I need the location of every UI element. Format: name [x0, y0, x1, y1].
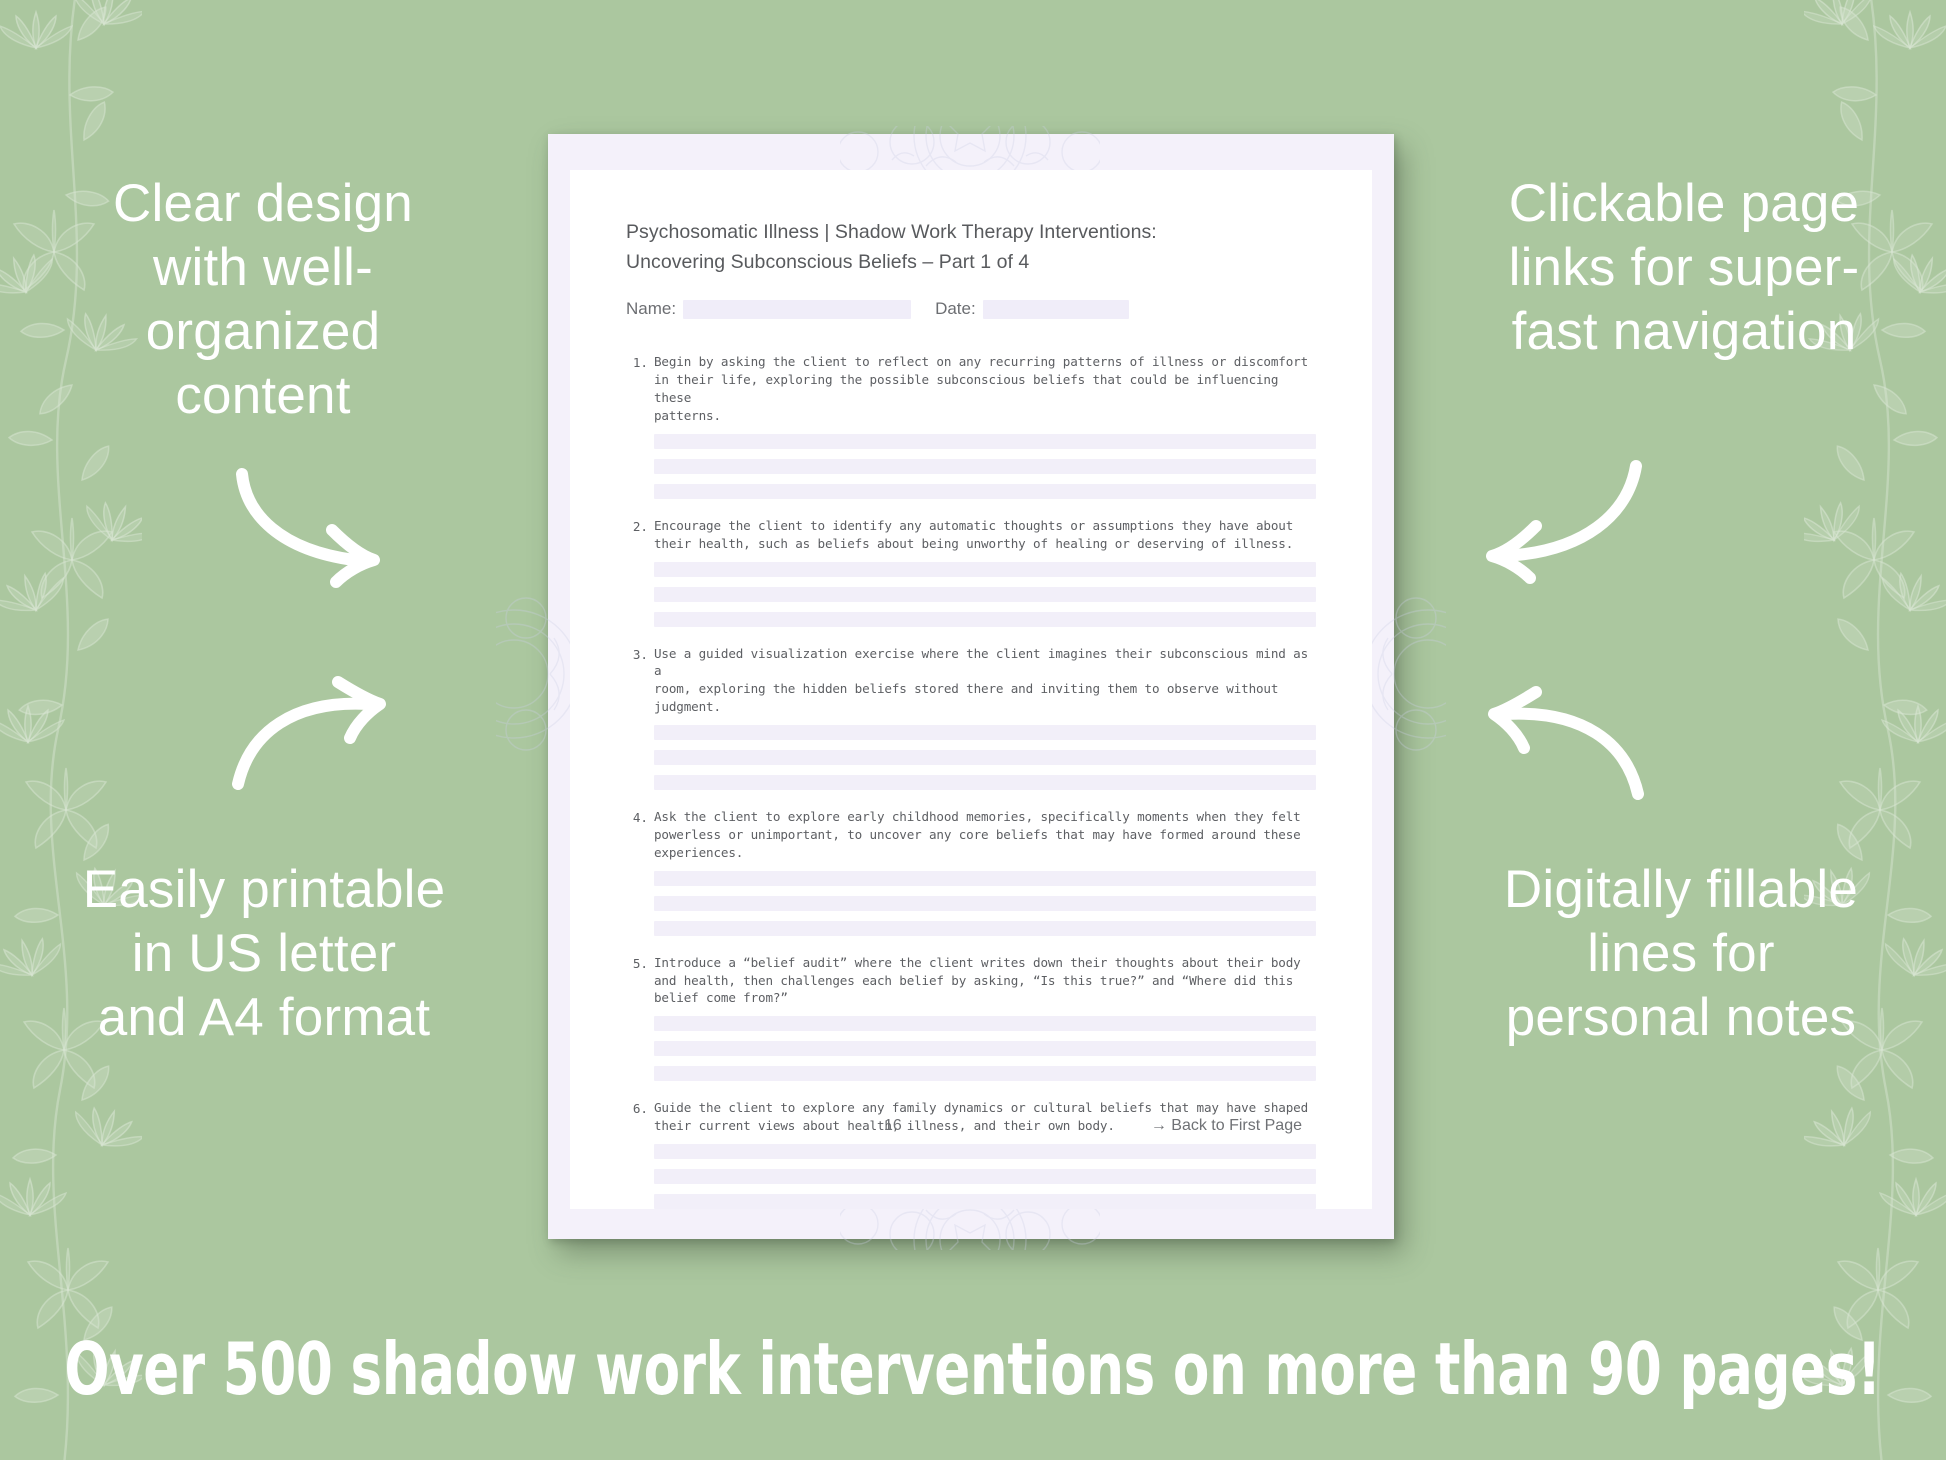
name-input-field[interactable]	[683, 299, 912, 319]
fillable-line[interactable]	[654, 870, 1316, 886]
fillable-line[interactable]	[654, 895, 1316, 911]
intervention-item: 2. Encourage the client to identify any a…	[626, 517, 1316, 637]
intervention-item: 4. Ask the client to explore early childh…	[626, 808, 1316, 946]
worksheet-meta-row: Name: Date:	[626, 299, 1316, 319]
intervention-number: 4.	[632, 810, 648, 825]
fillable-line-group	[654, 561, 1316, 627]
worksheet-title: Psychosomatic Illness | Shadow Work Ther…	[626, 221, 1157, 273]
fillable-line-group	[654, 725, 1316, 790]
fillable-line-group	[654, 1016, 1316, 1082]
intervention-number: 1.	[632, 355, 648, 371]
fillable-line[interactable]	[654, 1144, 1316, 1159]
fillable-line[interactable]	[654, 586, 1316, 602]
feature-text-fillable-lines: Digitally fillable lines for personal no…	[1503, 860, 1859, 1048]
curved-arrow-down-left-icon	[1470, 460, 1645, 584]
intervention-item: 5. Introduce a “belief audit” where the c…	[626, 954, 1316, 1092]
fillable-line[interactable]	[654, 433, 1316, 449]
intervention-body: Introduce a “belief audit” where the cli…	[654, 954, 1316, 1092]
worksheet-content-area: Psychosomatic Illness | Shadow Work Ther…	[570, 170, 1372, 1209]
intervention-list: 1. Begin by asking the client to reflect …	[626, 353, 1316, 1219]
fillable-line[interactable]	[654, 1066, 1316, 1082]
intervention-text: Ask the client to explore early childhoo…	[654, 809, 1301, 860]
fillable-line[interactable]	[654, 611, 1316, 627]
fillable-line[interactable]	[654, 775, 1316, 790]
intervention-body: Encourage the client to identify any aut…	[654, 517, 1316, 637]
intervention-text: Encourage the client to identify any aut…	[654, 517, 1294, 551]
worksheet-page-preview: Psychosomatic Illness | Shadow Work Ther…	[449, 79, 1493, 1297]
fillable-line[interactable]	[654, 1041, 1316, 1057]
fillable-line[interactable]	[654, 483, 1316, 499]
intervention-body: Begin by asking the client to reflect on…	[654, 353, 1316, 509]
feature-text-printable: Easily printable in US letter and A4 for…	[82, 860, 446, 1048]
date-input-field[interactable]	[982, 299, 1129, 319]
intervention-text: Use a guided visualization exercise wher…	[654, 645, 1309, 715]
feature-text-clickable-links: Clickable page links for super-fast navi…	[1508, 174, 1860, 362]
intervention-text: Introduce a “belief audit” where the cli…	[654, 954, 1301, 1006]
fillable-line[interactable]	[654, 920, 1316, 936]
intervention-number: 3.	[632, 646, 648, 662]
intervention-number: 5.	[632, 955, 648, 971]
promo-banner-text: Over 500 shadow work interventions on mo…	[64, 1327, 1882, 1411]
date-label: Date:	[935, 299, 976, 319]
fillable-line[interactable]	[654, 1194, 1316, 1209]
worksheet-footer: 16 → Back to First Page	[626, 1117, 1316, 1135]
intervention-number: 2.	[632, 518, 648, 534]
fillable-line-group	[654, 1144, 1316, 1209]
curved-arrow-up-left-icon	[1472, 686, 1647, 800]
intervention-body: Use a guided visualization exercise wher…	[654, 645, 1316, 801]
fillable-line[interactable]	[654, 1169, 1316, 1184]
fillable-line[interactable]	[654, 750, 1316, 765]
curved-arrow-up-right-icon	[232, 676, 407, 790]
intervention-item: 3. Use a guided visualization exercise wh…	[626, 645, 1316, 801]
fillable-line[interactable]	[654, 561, 1316, 577]
intervention-body: Ask the client to explore early childhoo…	[654, 808, 1316, 946]
fillable-line[interactable]	[654, 725, 1316, 740]
fillable-line-group	[654, 433, 1316, 499]
promo-banner: Over 500 shadow work interventions on mo…	[0, 1278, 1946, 1460]
fillable-line[interactable]	[654, 1016, 1316, 1032]
intervention-text: Begin by asking the client to reflect on…	[654, 354, 1309, 423]
fillable-line[interactable]	[654, 458, 1316, 474]
fillable-line-group	[654, 870, 1316, 936]
back-to-first-page-link[interactable]: → Back to First Page	[1151, 1117, 1302, 1135]
intervention-item: 1. Begin by asking the client to reflect …	[626, 353, 1316, 509]
curved-arrow-down-right-icon	[236, 468, 406, 588]
name-label: Name:	[626, 299, 677, 319]
feature-text-clear-design: Clear design with well-organized content	[113, 174, 413, 426]
page-number: 16	[884, 1117, 902, 1134]
